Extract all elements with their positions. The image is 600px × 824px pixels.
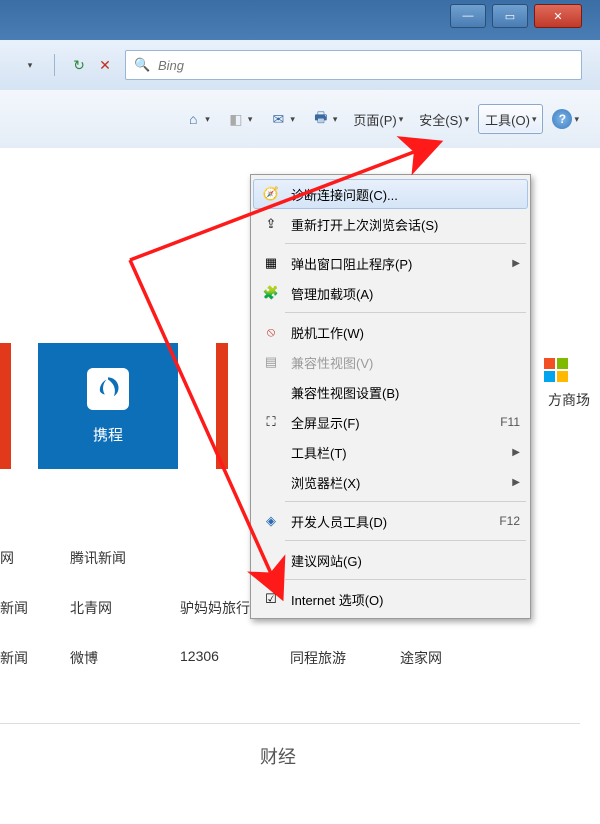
menu-label: 脱机工作(W) [291,323,520,342]
window-titlebar: — ▭ ✕ [0,0,600,41]
compat-icon: ▤ [261,354,281,370]
home-button[interactable]: ⌂▾ [176,104,217,134]
home-icon: ⌂ [183,109,203,129]
link[interactable]: 北青网 [70,598,180,618]
menu-shortcut: F11 [500,415,520,429]
menu-label: 兼容性视图(V) [291,353,520,372]
tile-red-left [0,343,11,469]
address-dropdown[interactable]: ▾ [20,55,40,75]
help-icon: ? [552,109,572,129]
fullscreen-icon: ⛶ [261,414,281,430]
window-close-button[interactable]: ✕ [534,4,582,28]
reopen-icon: ⇪ [261,216,281,232]
link[interactable]: 12306 [180,648,290,668]
menu-devtools[interactable]: ◈ 开发人员工具(D) F12 [253,506,528,536]
menu-compat-settings[interactable]: 兼容性视图设置(B) [253,377,528,407]
menu-suggested-sites[interactable]: 建议网站(G) [253,545,528,575]
print-button[interactable]: 🖶▾ [304,104,345,134]
ctrip-tile[interactable]: 携程 [38,343,178,469]
page-menu-label: 页面(P) [353,110,396,129]
search-input[interactable] [156,57,573,74]
menu-separator [285,540,526,541]
menu-label: 建议网站(G) [291,551,520,570]
offline-icon: ⦸ [261,324,281,340]
menu-toolbars[interactable]: 工具栏(T) ▶ [253,437,528,467]
safety-menu-label: 安全(S) [419,110,462,129]
page-menu[interactable]: 页面(P) ▾ [346,104,410,134]
menu-label: 全屏显示(F) [291,413,490,432]
menu-popup-blocker[interactable]: ▦ 弹出窗口阻止程序(P) ▶ [253,248,528,278]
menu-label: 工具栏(T) [291,443,512,462]
search-box[interactable]: 🔍 [125,50,582,80]
address-bar-row: ▾ ↻ ✕ 🔍 [0,40,600,91]
tile-red-right [216,343,228,469]
devtools-icon: ◈ [261,513,281,529]
submenu-arrow-icon: ▶ [512,258,520,269]
submenu-arrow-icon: ▶ [512,477,520,488]
mail-icon: ✉ [268,109,288,129]
link[interactable]: 同程旅游 [290,648,400,668]
diagnose-icon: 🧭 [261,186,281,202]
window-minimize-button[interactable]: — [450,4,486,28]
link[interactable]: 新闻 [0,648,70,668]
menu-label: 开发人员工具(D) [291,512,489,531]
popup-icon: ▦ [261,255,281,271]
menu-label: 兼容性视图设置(B) [291,383,520,402]
command-bar: ⌂▾ ◧▾ ✉▾ 🖶▾ 页面(P) ▾ 安全(S) ▾ 工具(O) ▾ ?▾ [0,90,600,149]
tools-menu-label: 工具(O) [485,110,530,129]
stop-icon[interactable]: ✕ [95,55,115,75]
menu-label: Internet 选项(O) [291,590,520,609]
mail-button[interactable]: ✉▾ [261,104,302,134]
menu-work-offline[interactable]: ⦸ 脱机工作(W) [253,317,528,347]
window-maximize-button[interactable]: ▭ [492,4,528,28]
link[interactable]: 网 [0,548,70,568]
menu-internet-options[interactable]: ☑ Internet 选项(O) [253,584,528,614]
menu-separator [285,243,526,244]
menu-label: 诊断连接问题(C)... [291,185,520,204]
help-button[interactable]: ?▾ [545,104,586,134]
menu-separator [285,501,526,502]
internet-options-icon: ☑ [261,591,281,607]
link[interactable]: 途家网 [400,648,520,668]
ctrip-tile-label: 携程 [93,424,123,445]
safety-menu[interactable]: 安全(S) ▾ [412,104,476,134]
menu-diagnose[interactable]: 🧭 诊断连接问题(C)... [253,179,528,209]
menu-label: 重新打开上次浏览会话(S) [291,215,520,234]
menu-separator [285,312,526,313]
microsoft-logo-icon [544,358,568,382]
menu-explorer-bars[interactable]: 浏览器栏(X) ▶ [253,467,528,497]
tools-menu[interactable]: 工具(O) ▾ [478,104,543,134]
microsoft-store-text: 方商场 [548,390,590,410]
submenu-arrow-icon: ▶ [512,447,520,458]
search-icon: 🔍 [134,57,150,73]
rss-icon: ◧ [226,109,246,129]
addons-icon: 🧩 [261,285,281,301]
link[interactable]: 微博 [70,648,180,668]
menu-reopen-session[interactable]: ⇪ 重新打开上次浏览会话(S) [253,209,528,239]
menu-label: 管理加载项(A) [291,284,520,303]
menu-shortcut: F12 [499,514,520,528]
ctrip-logo-icon [87,368,129,410]
menu-label: 弹出窗口阻止程序(P) [291,254,512,273]
menu-label: 浏览器栏(X) [291,473,512,492]
tools-dropdown-menu: 🧭 诊断连接问题(C)... ⇪ 重新打开上次浏览会话(S) ▦ 弹出窗口阻止程… [250,174,531,619]
print-icon: 🖶 [311,109,331,129]
finance-heading: 财经 [260,743,296,769]
menu-separator [285,579,526,580]
menu-compat-view: ▤ 兼容性视图(V) [253,347,528,377]
refresh-icon[interactable]: ↻ [69,55,89,75]
feeds-button[interactable]: ◧▾ [219,104,260,134]
menu-manage-addons[interactable]: 🧩 管理加载项(A) [253,278,528,308]
link[interactable]: 腾讯新闻 [70,548,180,568]
link[interactable]: 新闻 [0,598,70,618]
separator [0,723,580,724]
menu-fullscreen[interactable]: ⛶ 全屏显示(F) F11 [253,407,528,437]
